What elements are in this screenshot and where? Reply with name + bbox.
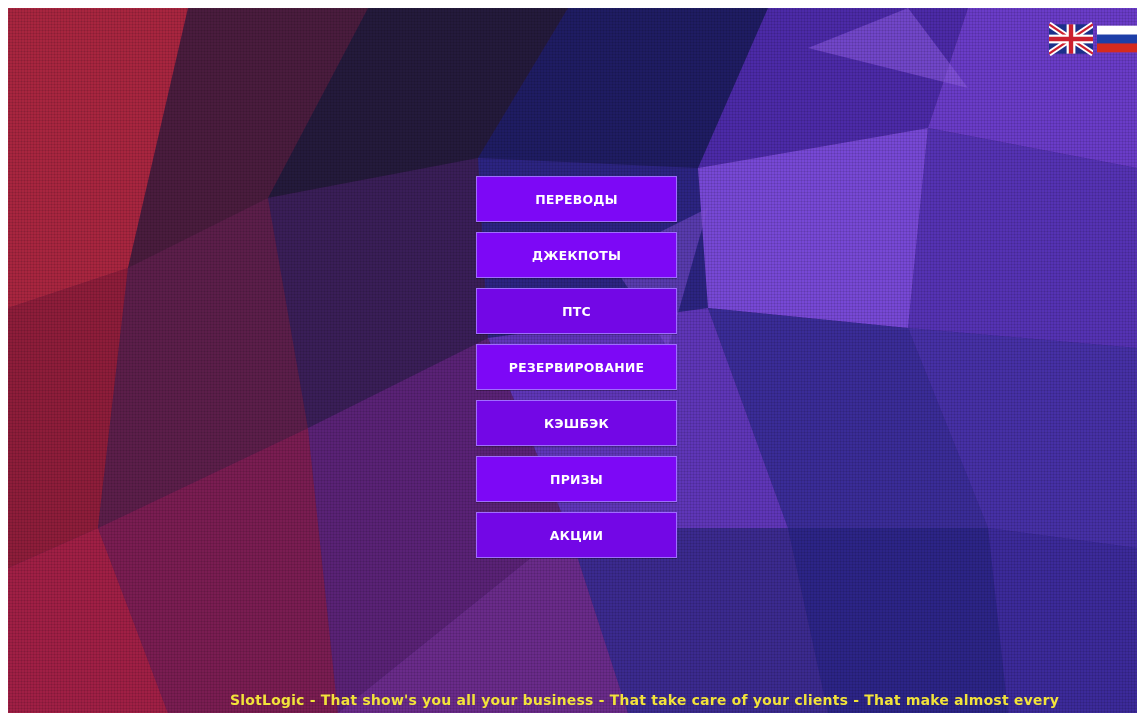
menu-button-label: КЭШБЭК [544, 415, 609, 431]
menu-button-label: АКЦИИ [549, 527, 604, 543]
uk-flag-icon[interactable] [1049, 22, 1093, 56]
language-switcher [1049, 22, 1137, 56]
menu-button-pts[interactable]: ПТС [476, 288, 677, 334]
menu-button-prizes[interactable]: ПРИЗЫ [476, 456, 677, 502]
menu-button-label: ПЕРЕВОДЫ [535, 191, 618, 207]
app-screen: ПЕРЕВОДЫ ДЖЕКПОТЫ ПТС РЕЗЕРВИРОВАНИЕ КЭШ… [8, 8, 1137, 713]
main-menu: ПЕРЕВОДЫ ДЖЕКПОТЫ ПТС РЕЗЕРВИРОВАНИЕ КЭШ… [476, 176, 679, 568]
menu-button-promotions[interactable]: АКЦИИ [476, 512, 677, 558]
menu-button-label: ПТС [562, 303, 591, 319]
menu-button-reservation[interactable]: РЕЗЕРВИРОВАНИЕ [476, 344, 677, 390]
menu-button-cashback[interactable]: КЭШБЭК [476, 400, 677, 446]
russia-flag-icon[interactable] [1097, 22, 1137, 56]
menu-button-jackpots[interactable]: ДЖЕКПОТЫ [476, 232, 677, 278]
menu-button-label: ПРИЗЫ [550, 471, 603, 487]
menu-button-label: РЕЗЕРВИРОВАНИЕ [508, 359, 645, 375]
menu-button-transfers[interactable]: ПЕРЕВОДЫ [476, 176, 677, 222]
news-ticker: SlotLogic - That show's you all your bus… [230, 693, 1060, 709]
menu-button-label: ДЖЕКПОТЫ [531, 247, 622, 263]
